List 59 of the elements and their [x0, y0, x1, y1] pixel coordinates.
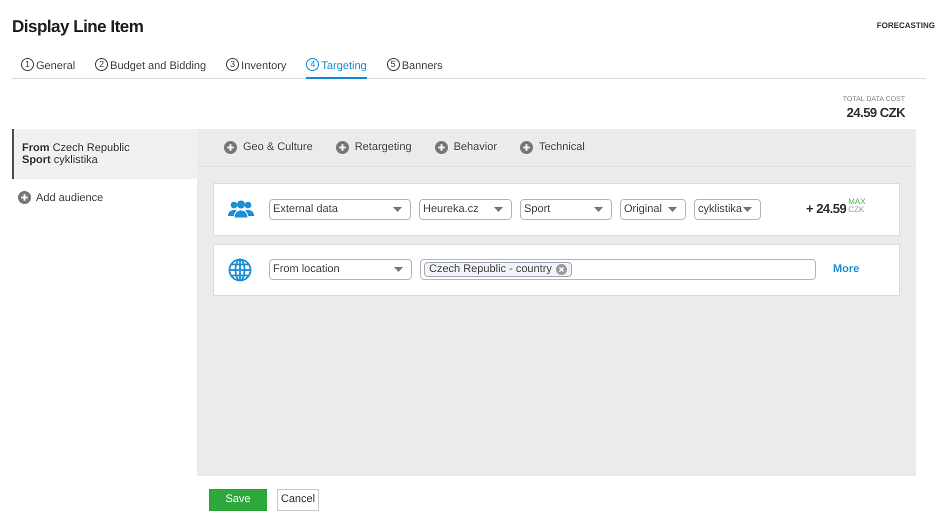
globe-icon — [228, 258, 252, 282]
step-tab[interactable]: 3 Inventory — [226, 58, 286, 78]
audience-item[interactable]: From Czech Republic Sport cyklistika — [12, 128, 197, 178]
currency-label: CZK — [848, 206, 866, 214]
plus-icon — [336, 140, 349, 154]
audience-condition: Sport cyklistika — [22, 154, 99, 166]
add-audience-button[interactable]: Add audience — [18, 190, 197, 206]
tab-label: Targeting — [321, 58, 367, 74]
caret-icon — [394, 267, 403, 272]
dropdown-value: Heureka.cz — [423, 202, 479, 217]
tab-label: General — [36, 58, 76, 74]
dropdown[interactable]: cyklistika — [694, 198, 761, 220]
dropdown[interactable]: Original — [620, 198, 686, 220]
tab-label: Banners — [402, 58, 443, 74]
caret-icon — [668, 206, 677, 212]
step-tab[interactable]: 5 Banners — [386, 58, 443, 78]
price: + 24.59 — [806, 200, 846, 218]
tab-label: Budget and Bidding — [110, 58, 206, 74]
max-label: MAX — [848, 198, 866, 206]
step-number: 4 — [306, 58, 320, 70]
cancel-button[interactable]: Cancel — [277, 488, 319, 510]
category-button[interactable]: Geo & Culture — [224, 138, 313, 156]
dropdown[interactable]: Sport — [520, 198, 612, 220]
dropdown-value: Original — [624, 202, 662, 217]
tab-label: Inventory — [241, 58, 286, 74]
step-tab[interactable]: 4 Targeting — [306, 58, 367, 78]
location-field[interactable]: Czech Republic - country — [420, 259, 816, 280]
tag-label: Czech Republic - country — [429, 262, 552, 278]
caret-icon — [494, 206, 503, 212]
dropdown-value: Sport — [524, 202, 550, 217]
dropdown[interactable]: Heureka.cz — [419, 198, 512, 220]
category-button[interactable]: Technical — [520, 138, 585, 156]
step-number: 3 — [226, 58, 240, 70]
caret-icon — [594, 206, 603, 212]
step-number: 1 — [21, 58, 34, 70]
dropdown[interactable]: External data — [269, 198, 411, 220]
dropdown[interactable]: From location — [269, 259, 412, 280]
dropdown-value: External data — [273, 202, 338, 217]
forecasting-link[interactable]: FORECASTING — [876, 20, 935, 32]
people-icon — [228, 200, 254, 218]
step-tab[interactable]: 1 General — [21, 58, 76, 78]
category-button[interactable]: Behavior — [434, 138, 497, 156]
dropdown-value: From location — [273, 262, 340, 278]
caret-icon — [743, 206, 752, 212]
audience-condition: From Czech Republic — [22, 142, 131, 154]
plus-icon — [434, 140, 448, 154]
caret-icon — [393, 206, 402, 212]
plus-icon — [18, 191, 31, 204]
plus-icon — [224, 140, 237, 154]
total-value: 24.59 CZK — [846, 106, 905, 118]
category-button[interactable]: Retargeting — [336, 138, 412, 156]
page-title: Display Line Item — [12, 16, 144, 38]
dropdown-value: cyklistika — [698, 202, 742, 217]
step-number: 2 — [95, 58, 108, 70]
plus-icon — [520, 140, 533, 154]
more-link[interactable]: More — [833, 261, 860, 278]
step-tab[interactable]: 2 Budget and Bidding — [95, 58, 206, 78]
step-number: 5 — [386, 58, 400, 70]
remove-icon[interactable] — [556, 264, 567, 275]
